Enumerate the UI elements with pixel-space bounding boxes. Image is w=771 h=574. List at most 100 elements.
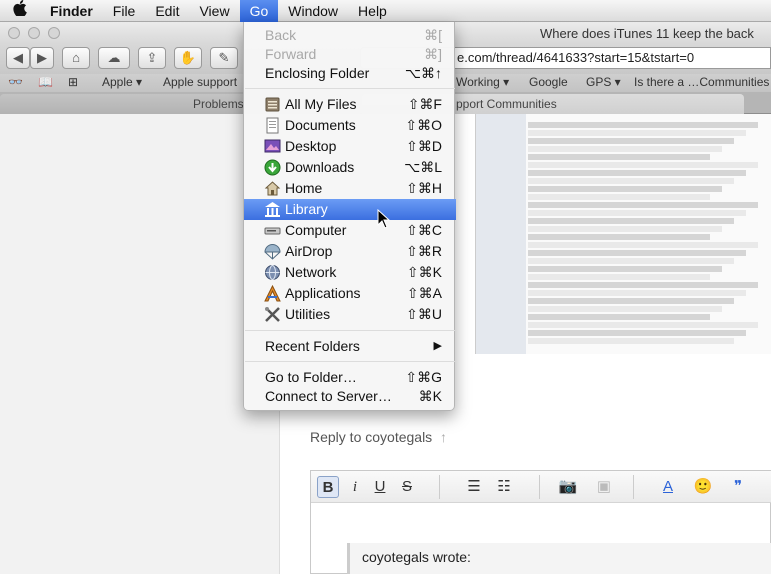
zoom-window-button[interactable] (48, 27, 60, 39)
bookmark-apple-support[interactable]: Apple support (163, 75, 237, 89)
finder-screenshot-row (528, 210, 746, 216)
go-menu-network[interactable]: Network ⇧⌘K (244, 262, 456, 283)
toolbar-divider (439, 475, 440, 499)
apple-logo-icon[interactable] (0, 0, 40, 21)
strikethrough-button[interactable]: S (396, 476, 418, 498)
finder-screenshot-row (528, 122, 758, 128)
font-style-button[interactable]: A (657, 476, 679, 498)
go-menu-all-my-files[interactable]: All My Files ⇧⌘F (244, 94, 456, 115)
go-menu-recent-folders[interactable]: Recent Folders ▶ (244, 336, 456, 357)
finder-screenshot-row (528, 218, 734, 224)
top-sites-icon[interactable]: ⊞ (68, 75, 78, 89)
bookmark-google[interactable]: Google (529, 75, 568, 89)
menu-separator (245, 88, 455, 89)
numbered-list-button[interactable]: ☷ (493, 476, 515, 498)
menu-shortcut: ⇧⌘F (407, 96, 442, 112)
utilities-icon (264, 306, 281, 323)
home-button[interactable]: ⌂ (62, 47, 90, 69)
menu-shortcut: ⇧⌘G (405, 369, 442, 385)
menu-separator (245, 330, 455, 331)
finder-screenshot-row (528, 338, 734, 344)
menu-shortcut: ⇧⌘C (406, 222, 442, 238)
wrench-icon: ✎ (218, 50, 230, 65)
quoted-block: coyotegals wrote: (347, 543, 771, 574)
reply-editor[interactable]: B i U S ☰ ☷ 📷 ▣ A 🙂 ❞ coyotegals wrote: (310, 470, 771, 574)
share-button[interactable]: ⇪ (138, 47, 166, 69)
reading-list-icon[interactable]: 👓 (8, 75, 23, 89)
finder-screenshot-row (528, 322, 758, 328)
finder-screenshot-row (528, 146, 722, 152)
menu-go[interactable]: Go (239, 0, 279, 22)
finder-screenshot-row (528, 226, 722, 232)
bookmark-gps[interactable]: GPS ▾ (586, 75, 621, 89)
reply-link[interactable]: Reply to coyotegals ↑ (310, 429, 447, 445)
menu-shortcut: ⌘K (418, 388, 442, 404)
mouse-pointer-icon (377, 208, 391, 232)
menu-file[interactable]: File (103, 0, 146, 22)
finder-screenshot-row (528, 274, 710, 280)
bookmark-apple[interactable]: Apple ▾ (102, 75, 142, 89)
emoji-button[interactable]: 🙂 (692, 476, 714, 498)
ghostery-button[interactable]: ✋ (174, 47, 202, 69)
finder-screenshot-row (528, 290, 746, 296)
menu-item-label: Downloads (285, 159, 355, 175)
camera-icon: 📷 (558, 478, 578, 495)
menu-shortcut: ⌘] (424, 46, 442, 62)
close-window-button[interactable] (8, 27, 20, 39)
menu-shortcut: ⇧⌘H (406, 180, 442, 196)
menu-item-label: Go to Folder… (265, 369, 357, 385)
insert-video-button[interactable]: ▣ (593, 476, 615, 498)
go-menu-home[interactable]: Home ⇧⌘H (244, 178, 456, 199)
menu-edit[interactable]: Edit (145, 0, 189, 22)
bold-button[interactable]: B (317, 476, 339, 498)
menu-shortcut: ⇧⌘K (406, 264, 442, 280)
go-menu-dropdown: Back ⌘[ Forward ⌘] Enclosing Folder ⌥⌘↑ … (243, 22, 456, 411)
bullet-list-button[interactable]: ☰ (463, 476, 485, 498)
menu-help[interactable]: Help (348, 0, 397, 22)
menu-finder[interactable]: Finder (40, 0, 103, 22)
go-menu-back[interactable]: Back ⌘[ (244, 25, 456, 46)
back-button[interactable]: ◀ (6, 47, 30, 69)
go-menu-forward[interactable]: Forward ⌘] (244, 44, 456, 65)
go-menu-go-to-folder[interactable]: Go to Folder… ⇧⌘G (244, 367, 456, 388)
go-menu-airdrop[interactable]: AirDrop ⇧⌘R (244, 241, 456, 262)
menu-window[interactable]: Window (278, 0, 348, 22)
reply-link-label: Reply to coyotegals (310, 429, 433, 445)
menu-separator (245, 361, 455, 362)
go-menu-documents[interactable]: Documents ⇧⌘O (244, 115, 456, 136)
finder-screenshot-sidebar (476, 114, 526, 354)
quote-button[interactable]: ❞ (727, 476, 749, 498)
menu-item-label: Enclosing Folder (265, 65, 370, 81)
downloads-icon (264, 159, 281, 176)
menu-view[interactable]: View (189, 0, 239, 22)
go-menu-library[interactable]: Library (244, 199, 456, 220)
insert-image-button[interactable]: 📷 (557, 476, 579, 498)
go-menu-downloads[interactable]: Downloads ⌥⌘L (244, 157, 456, 178)
finder-screenshot-row (528, 298, 734, 304)
icloud-tabs-button[interactable]: ☁ (98, 47, 130, 69)
bookmark-working[interactable]: Working ▾ (456, 75, 509, 89)
go-menu-desktop[interactable]: Desktop ⇧⌘D (244, 136, 456, 157)
bookmarks-book-icon[interactable]: 📖 (38, 75, 53, 89)
go-menu-utilities[interactable]: Utilities ⇧⌘U (244, 304, 456, 325)
video-icon: ▣ (596, 478, 612, 495)
minimize-window-button[interactable] (28, 27, 40, 39)
go-menu-computer[interactable]: Computer ⇧⌘C (244, 220, 456, 241)
bookmark-is-there[interactable]: Is there a …Communities (634, 75, 769, 89)
forward-button[interactable]: ▶ (30, 47, 54, 69)
go-menu-enclosing-folder[interactable]: Enclosing Folder ⌥⌘↑ (244, 63, 456, 84)
menu-item-label: Connect to Server… (265, 388, 392, 404)
quote-author-label: coyotegals wrote: (362, 549, 471, 565)
ghost-icon: ✋ (179, 50, 197, 65)
finder-screenshot-row (528, 154, 710, 160)
finder-screenshot-row (528, 178, 734, 184)
italic-button[interactable]: i (344, 476, 366, 498)
go-menu-applications[interactable]: Applications ⇧⌘A (244, 283, 456, 304)
applications-icon (264, 284, 281, 302)
menu-item-label: Applications (285, 285, 361, 301)
menu-item-label: All My Files (285, 96, 357, 112)
go-menu-connect-to-server[interactable]: Connect to Server… ⌘K (244, 386, 456, 407)
menu-item-label: Network (285, 264, 337, 280)
underline-button[interactable]: U (369, 476, 391, 498)
extension-button[interactable]: ✎ (210, 47, 238, 69)
